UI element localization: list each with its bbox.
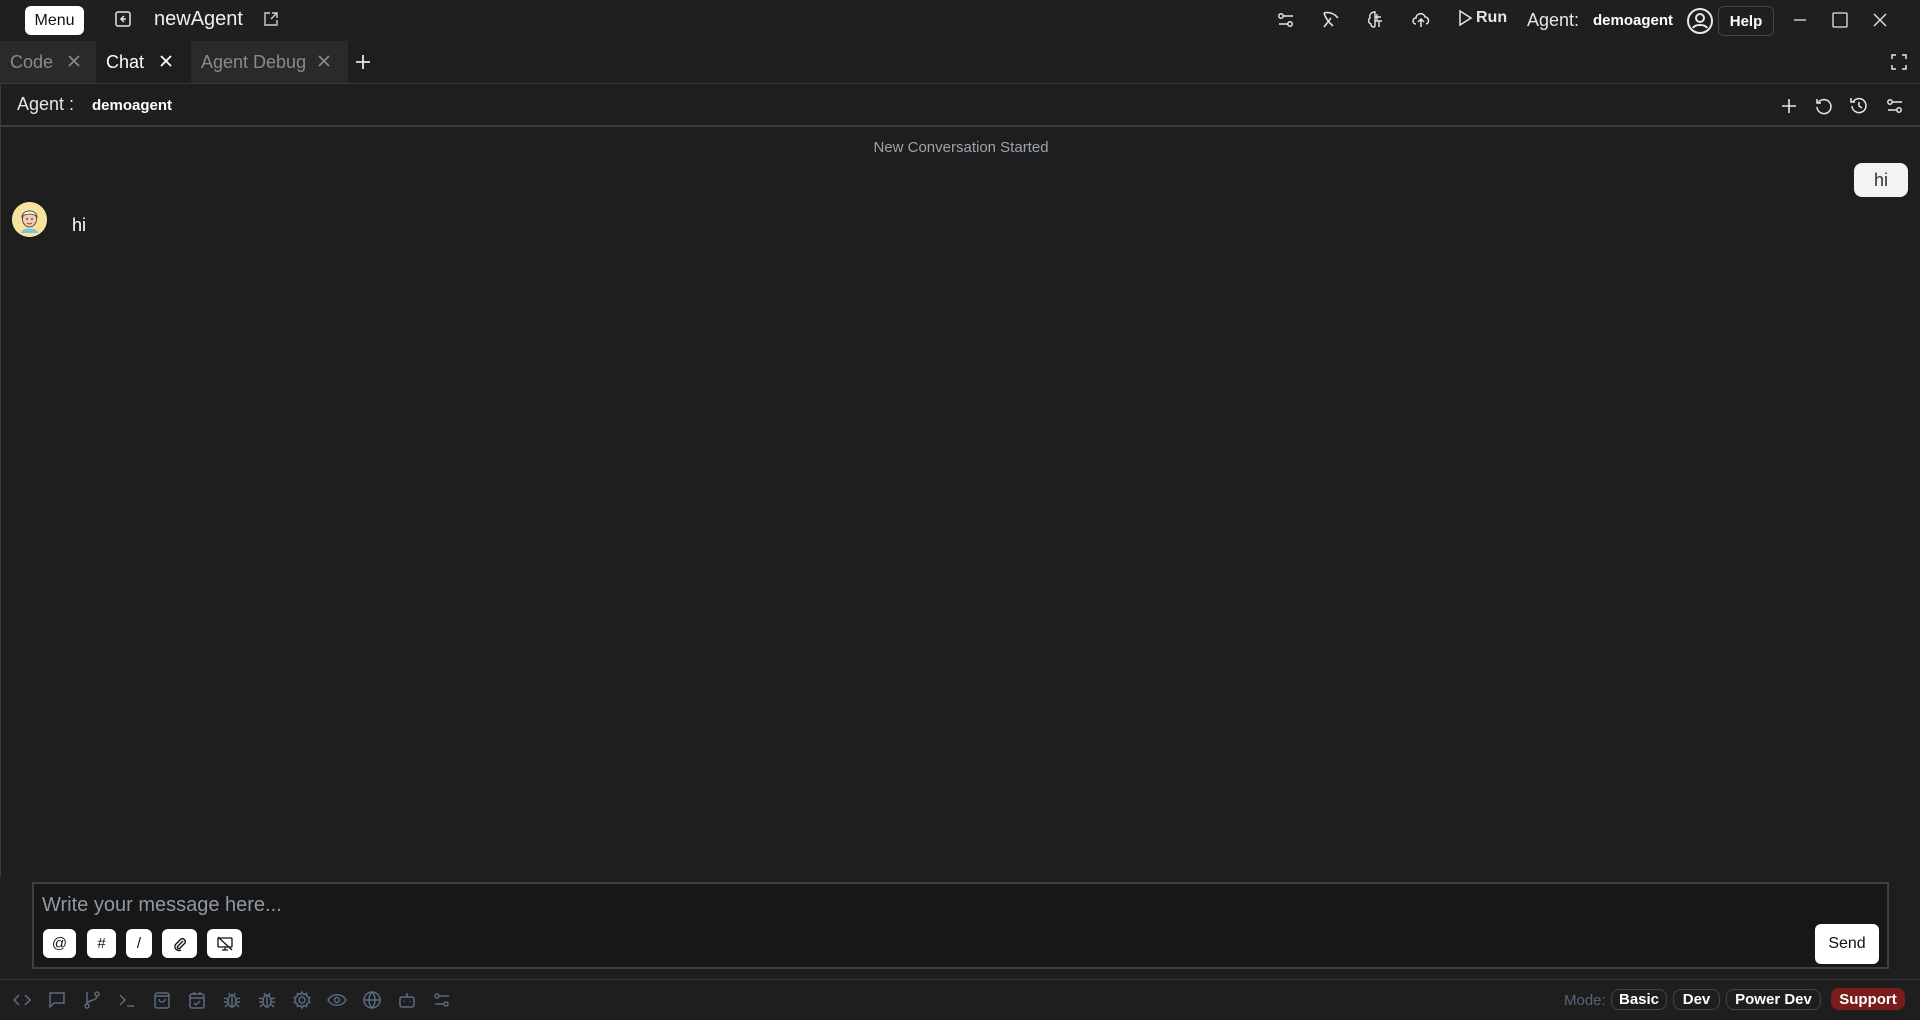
minimize-icon[interactable] xyxy=(1788,8,1812,32)
message-input[interactable] xyxy=(42,890,1742,920)
settings-sliders-icon[interactable] xyxy=(1275,9,1297,31)
mode-dev-button[interactable]: Dev xyxy=(1673,989,1720,1010)
mode-label: Mode: xyxy=(1564,992,1606,1009)
system-message: New Conversation Started xyxy=(873,139,1049,156)
settings-sliders-icon[interactable] xyxy=(1884,95,1906,117)
terminal-icon[interactable] xyxy=(117,990,137,1010)
tab-label: Agent Debug xyxy=(201,51,307,72)
mode-basic-button[interactable]: Basic xyxy=(1611,989,1667,1010)
close-tab-icon[interactable] xyxy=(64,51,84,71)
calendar-check-icon[interactable] xyxy=(187,990,207,1010)
conversation-area: New Conversation Started hi hi xyxy=(0,127,1920,877)
screen-off-icon xyxy=(216,936,233,951)
tab-label: Code xyxy=(10,51,54,72)
mode-power-dev-button[interactable]: Power Dev xyxy=(1726,989,1821,1010)
bug-alt-icon[interactable] xyxy=(257,990,277,1010)
chat-icon[interactable] xyxy=(47,990,67,1010)
fullscreen-icon[interactable] xyxy=(1889,52,1909,72)
tab-code[interactable]: Code xyxy=(0,41,96,83)
user-message-bubble: hi xyxy=(1854,163,1908,197)
robot-icon[interactable] xyxy=(397,990,417,1010)
tab-chat[interactable]: Chat xyxy=(96,41,191,83)
agent-bar-label: Agent : xyxy=(17,94,75,114)
message-composer: @ # / Send xyxy=(32,882,1889,969)
tag-button[interactable]: # xyxy=(87,929,116,958)
add-tab-icon[interactable] xyxy=(352,51,374,73)
new-chat-icon[interactable] xyxy=(1778,95,1800,117)
tab-agent-debug[interactable]: Agent Debug xyxy=(191,41,348,83)
reset-icon[interactable] xyxy=(1813,95,1835,117)
paperclip-icon xyxy=(173,937,186,951)
screen-share-toggle[interactable] xyxy=(207,929,242,958)
slash-command-button[interactable]: / xyxy=(126,929,152,958)
code-icon[interactable] xyxy=(12,990,32,1010)
history-icon[interactable] xyxy=(1848,95,1870,117)
attach-button[interactable] xyxy=(162,929,197,958)
open-external-icon[interactable] xyxy=(263,11,279,27)
close-icon[interactable] xyxy=(1868,8,1892,32)
agent-bar-value[interactable]: demoagent xyxy=(92,97,172,114)
mention-button[interactable]: @ xyxy=(43,929,76,958)
bag-icon[interactable] xyxy=(152,990,172,1010)
brain-icon[interactable] xyxy=(1365,9,1387,31)
agent-value[interactable]: demoagent xyxy=(1593,12,1673,29)
cloud-upload-icon[interactable] xyxy=(1410,9,1432,31)
close-tab-icon[interactable] xyxy=(156,51,176,71)
support-button[interactable]: Support xyxy=(1831,988,1905,1010)
tab-bar: Code Chat Agent Debug xyxy=(0,41,1920,84)
sliders-icon[interactable] xyxy=(432,990,452,1010)
maximize-icon[interactable] xyxy=(1828,8,1852,32)
bug-icon[interactable] xyxy=(222,990,242,1010)
title-bar: Menu newAgent Run Agent: demoagent Help xyxy=(0,0,1920,41)
run-button[interactable]: Run xyxy=(1457,9,1507,27)
send-button[interactable]: Send xyxy=(1815,924,1879,964)
status-bar: Mode: Basic Dev Power Dev Support xyxy=(0,979,1920,1020)
user-circle-icon[interactable] xyxy=(1686,7,1714,35)
agent-label: Agent: xyxy=(1527,10,1580,30)
play-icon xyxy=(1459,9,1473,27)
deploy-pickaxe-icon[interactable] xyxy=(1320,9,1342,31)
gear-icon[interactable] xyxy=(292,990,312,1010)
globe-icon[interactable] xyxy=(362,990,382,1010)
menu-button[interactable]: Menu xyxy=(25,6,84,35)
app-title: newAgent xyxy=(154,8,243,30)
assistant-message: hi xyxy=(72,215,87,235)
run-label: Run xyxy=(1476,9,1508,26)
assistant-avatar xyxy=(12,202,47,237)
close-tab-icon[interactable] xyxy=(314,51,334,71)
git-branch-icon[interactable] xyxy=(82,990,102,1010)
back-icon[interactable] xyxy=(114,10,132,28)
tab-label: Chat xyxy=(106,51,145,72)
agent-bar: Agent : demoagent xyxy=(0,85,1920,127)
help-button[interactable]: Help xyxy=(1718,6,1774,36)
eye-icon[interactable] xyxy=(327,990,347,1010)
